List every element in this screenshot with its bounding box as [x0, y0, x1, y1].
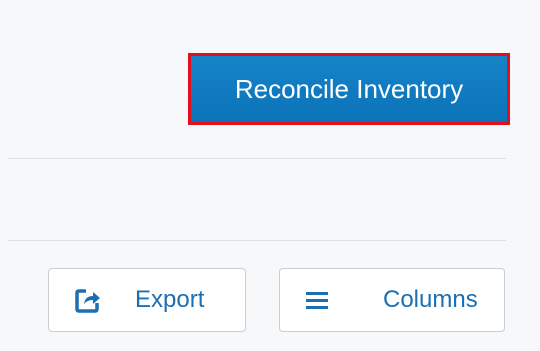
- divider-top: [8, 158, 506, 159]
- divider-bottom: [8, 240, 506, 241]
- columns-button[interactable]: Columns: [279, 268, 505, 332]
- reconcile-inventory-label: Reconcile Inventory: [191, 56, 507, 122]
- export-button[interactable]: Export: [48, 268, 246, 332]
- hamburger-menu-icon: [303, 286, 331, 314]
- export-icon: [74, 286, 102, 314]
- reconcile-inventory-button[interactable]: Reconcile Inventory: [188, 53, 510, 125]
- columns-label: Columns: [383, 286, 478, 313]
- page: Reconcile Inventory Export Columns: [0, 0, 540, 351]
- export-label: Export: [135, 286, 205, 313]
